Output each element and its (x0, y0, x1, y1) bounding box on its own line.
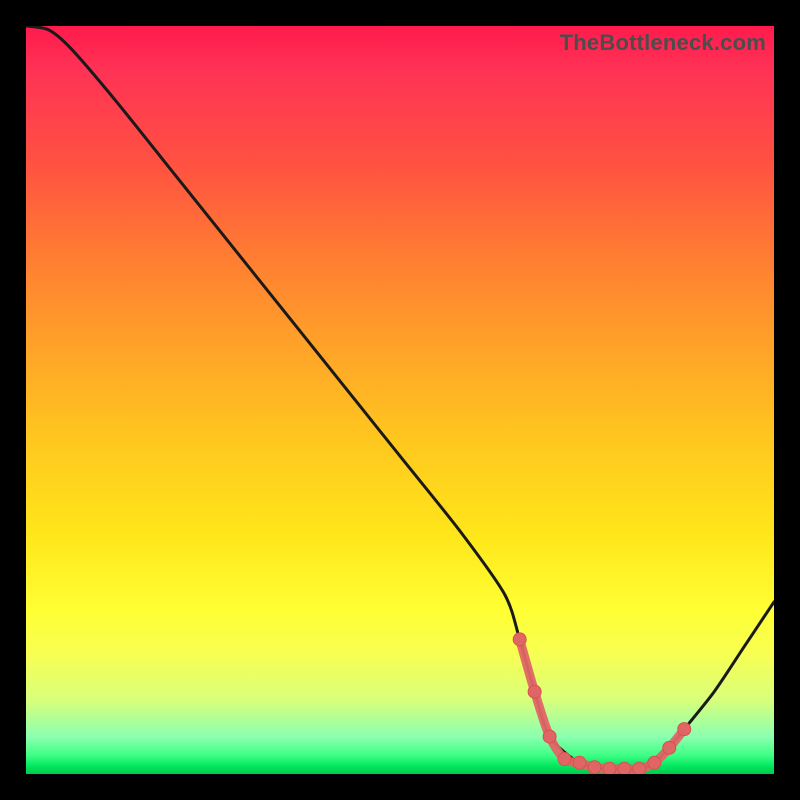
valley-highlight (520, 639, 685, 769)
marker-dot (573, 756, 586, 769)
marker-dot (648, 756, 661, 769)
marker-dot (528, 685, 541, 698)
marker-dot (543, 730, 556, 743)
plot-area: TheBottleneck.com (26, 26, 774, 774)
curve-line (26, 26, 774, 769)
marker-dot (513, 633, 526, 646)
marker-dot (618, 762, 631, 774)
marker-dot (663, 741, 676, 754)
marker-dot (588, 761, 601, 774)
marker-dot (633, 762, 646, 774)
marker-dot (558, 753, 571, 766)
chart-frame: TheBottleneck.com (0, 0, 800, 800)
marker-dot (678, 723, 691, 736)
marker-dot (603, 762, 616, 774)
bottleneck-chart (26, 26, 774, 774)
